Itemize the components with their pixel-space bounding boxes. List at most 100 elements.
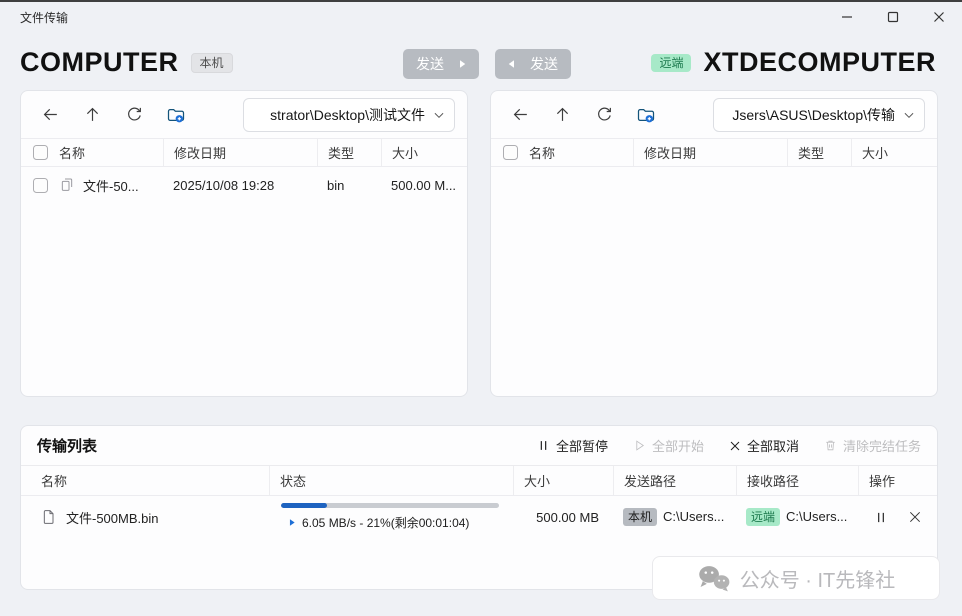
title-bar: 文件传输 <box>0 2 962 32</box>
window-controls <box>824 2 962 32</box>
task-file-name: 文件-500MB.bin <box>66 508 158 527</box>
progress-fill <box>281 503 327 508</box>
wechat-icon <box>697 564 731 592</box>
task-status-text: 6.05 MB/s - 21%(剩余00:01:04) <box>302 514 469 531</box>
local-browser-column-header: 名称 修改日期 类型 大小 <box>21 138 467 167</box>
maximize-icon <box>887 11 899 23</box>
remote-computer-name: XTDECOMPUTER <box>703 47 936 78</box>
back-icon <box>511 105 530 124</box>
clear-finished-button[interactable]: 清除完结任务 <box>824 436 921 455</box>
file-row[interactable]: 文件-50... 2025/10/08 19:28 bin 500.00 M..… <box>21 167 467 203</box>
column-send-path: 发送路径 <box>613 466 736 495</box>
document-icon <box>41 508 57 526</box>
new-folder-icon <box>636 105 656 125</box>
task-send-path: C:\Users... <box>663 509 724 524</box>
close-icon <box>933 11 945 23</box>
transfer-title: 传输列表 <box>37 435 97 456</box>
trash-icon <box>824 439 837 452</box>
back-button[interactable] <box>33 99 67 131</box>
up-button[interactable] <box>75 99 109 131</box>
column-size[interactable]: 大小 <box>381 139 455 166</box>
transfer-actions: 全部暂停 全部开始 全部取消 清除完结任务 <box>537 436 921 455</box>
remote-peer-header: 远端 XTDECOMPUTER <box>651 47 936 78</box>
remote-file-browser: Jsers\ASUS\Desktop\传输 名称 修改日期 类型 大小 <box>490 90 938 397</box>
refresh-button[interactable] <box>587 99 621 131</box>
select-all-checkbox[interactable] <box>33 145 48 160</box>
minimize-button[interactable] <box>824 2 870 32</box>
column-status: 状态 <box>269 466 513 495</box>
up-icon <box>553 105 572 124</box>
send-to-local-label: 发送 <box>530 54 558 74</box>
chevron-down-icon <box>902 108 916 122</box>
send-to-remote-label: 发送 <box>416 54 444 74</box>
column-size[interactable]: 大小 <box>851 139 925 166</box>
refresh-icon <box>125 105 144 124</box>
send-origin-badge: 本机 <box>623 508 657 526</box>
refresh-button[interactable] <box>117 99 151 131</box>
clear-finished-label: 清除完结任务 <box>843 436 921 455</box>
play-icon <box>633 439 646 452</box>
arrow-left-icon <box>508 57 523 71</box>
transfer-column-header: 名称 状态 大小 发送路径 接收路径 操作 <box>21 466 937 496</box>
task-send-path-cell: 本机 C:\Users... <box>613 508 736 526</box>
cancel-all-button[interactable]: 全部取消 <box>729 436 799 455</box>
pause-icon <box>874 510 888 525</box>
window-title: 文件传输 <box>20 9 68 26</box>
pause-all-button[interactable]: 全部暂停 <box>537 436 608 455</box>
close-button[interactable] <box>916 2 962 32</box>
column-size: 大小 <box>513 466 613 495</box>
column-modified[interactable]: 修改日期 <box>633 139 787 166</box>
start-all-button[interactable]: 全部开始 <box>633 436 704 455</box>
refresh-icon <box>595 105 614 124</box>
send-to-local-button[interactable]: 发送 <box>495 49 571 79</box>
select-all-checkbox[interactable] <box>503 145 518 160</box>
local-peer-header: COMPUTER 本机 <box>20 47 233 78</box>
column-name[interactable]: 名称 <box>529 143 633 162</box>
cancel-all-label: 全部取消 <box>747 436 799 455</box>
file-checkbox[interactable] <box>33 178 48 193</box>
new-folder-icon <box>166 105 186 125</box>
new-folder-button[interactable] <box>159 99 193 131</box>
file-copy-icon <box>59 177 75 193</box>
local-path-value: strator\Desktop\测试文件 <box>254 105 425 125</box>
column-type[interactable]: 类型 <box>787 139 851 166</box>
local-file-browser: strator\Desktop\测试文件 名称 修改日期 类型 大小 文件-50… <box>20 90 468 397</box>
task-status-cell: 6.05 MB/s - 21%(剩余00:01:04) <box>269 503 513 531</box>
file-name: 文件-50... <box>83 176 139 195</box>
maximize-button[interactable] <box>870 2 916 32</box>
back-button[interactable] <box>503 99 537 131</box>
remote-path-value: Jsers\ASUS\Desktop\传输 <box>724 105 895 125</box>
task-cancel-button[interactable] <box>906 508 924 526</box>
transfer-task-row: 文件-500MB.bin 6.05 MB/s - 21%(剩余00:01:04)… <box>21 496 937 538</box>
file-type: bin <box>317 178 381 193</box>
remote-browser-toolbar: Jsers\ASUS\Desktop\传输 <box>491 91 937 138</box>
column-type[interactable]: 类型 <box>317 139 381 166</box>
task-recv-path: C:\Users... <box>786 509 847 524</box>
task-size: 500.00 MB <box>513 510 613 525</box>
file-size: 500.00 M... <box>381 178 455 193</box>
column-recv-path: 接收路径 <box>736 466 858 495</box>
transferring-arrow-icon <box>281 516 296 529</box>
column-modified[interactable]: 修改日期 <box>163 139 317 166</box>
back-icon <box>41 105 60 124</box>
watermark: 公众号 · IT先锋社 <box>652 556 940 600</box>
task-recv-path-cell: 远端 C:\Users... <box>736 508 858 526</box>
recv-origin-badge: 远端 <box>746 508 780 526</box>
local-browser-toolbar: strator\Desktop\测试文件 <box>21 91 467 138</box>
close-icon <box>908 510 922 524</box>
local-path-dropdown[interactable]: strator\Desktop\测试文件 <box>243 98 455 132</box>
remote-browser-column-header: 名称 修改日期 类型 大小 <box>491 138 937 167</box>
task-pause-button[interactable] <box>872 508 890 527</box>
arrow-right-icon <box>451 57 466 71</box>
watermark-text: 公众号 · IT先锋社 <box>740 564 896 593</box>
column-actions: 操作 <box>858 466 927 495</box>
close-icon <box>729 440 741 452</box>
local-badge: 本机 <box>191 53 233 73</box>
new-folder-button[interactable] <box>629 99 663 131</box>
pause-all-label: 全部暂停 <box>556 436 608 455</box>
column-name[interactable]: 名称 <box>59 143 163 162</box>
task-actions-cell <box>858 508 927 527</box>
remote-path-dropdown[interactable]: Jsers\ASUS\Desktop\传输 <box>713 98 925 132</box>
send-to-remote-button[interactable]: 发送 <box>403 49 479 79</box>
up-button[interactable] <box>545 99 579 131</box>
